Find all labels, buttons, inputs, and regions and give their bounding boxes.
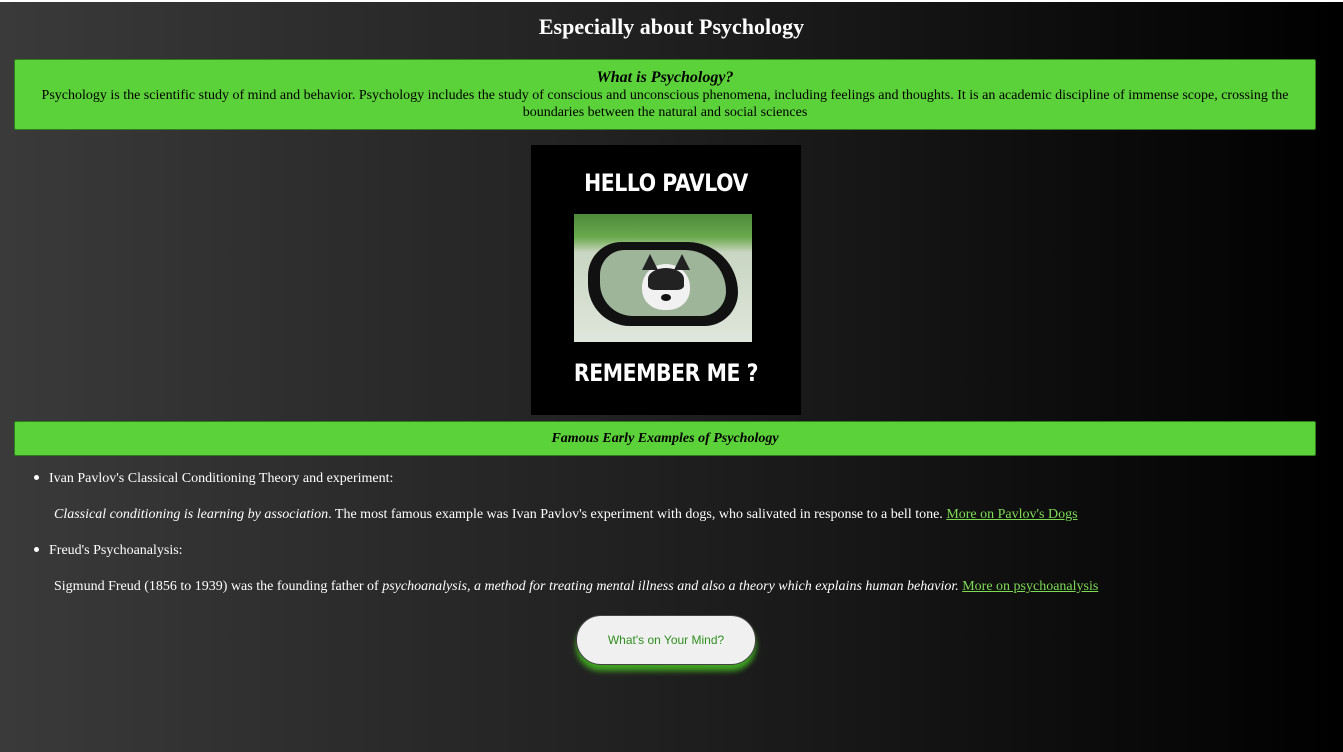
pavlov-meme-image: HELLO PAVLOV REMEMBER ME ? (531, 145, 801, 415)
freud-paragraph: Sigmund Freud (1856 to 1939) was the fou… (54, 578, 1098, 596)
freud-lead: Sigmund Freud (1856 to 1939) was the fou… (54, 579, 383, 594)
freud-italic: psychoanalysis, a method for treating me… (382, 579, 959, 594)
list-item: Freud's Psychoanalysis: (34, 542, 183, 560)
car-mirror (588, 242, 738, 326)
top-border (0, 0, 1343, 2)
page-title: Especially about Psychology (538, 14, 805, 39)
list-item: Ivan Pavlov's Classical Conditioning The… (34, 470, 393, 488)
husky-mirror-photo (574, 214, 752, 342)
husky-face (642, 254, 690, 310)
bullet-icon (34, 547, 39, 553)
bullet-text: Ivan Pavlov's Classical Conditioning The… (49, 471, 394, 486)
bullet-text: Freud's Psychoanalysis: (49, 543, 183, 558)
intro-box: What is Psychology? Psychology is the sc… (14, 59, 1316, 130)
bullet-icon (34, 475, 39, 481)
psychoanalysis-link[interactable]: More on psychoanalysis (962, 579, 1098, 594)
meme-bottom-text: REMEMBER ME ? (573, 359, 759, 387)
pavlov-paragraph: Classical conditioning is learning by as… (54, 506, 1078, 524)
pavlov-text: . The most famous example was Ivan Pavlo… (328, 507, 947, 522)
pavlov-link[interactable]: More on Pavlov's Dogs (946, 507, 1077, 522)
whats-on-your-mind-button[interactable]: What's on Your Mind? (576, 615, 756, 665)
examples-title: Famous Early Examples of Psychology (551, 431, 779, 446)
intro-text: Psychology is the scientific study of mi… (41, 88, 1289, 120)
intro-title: What is Psychology? (596, 69, 734, 86)
examples-heading-box: Famous Early Examples of Psychology (14, 421, 1316, 456)
pavlov-italic: Classical conditioning is learning by as… (54, 507, 329, 522)
meme-top-text: HELLO PAVLOV (584, 169, 748, 197)
